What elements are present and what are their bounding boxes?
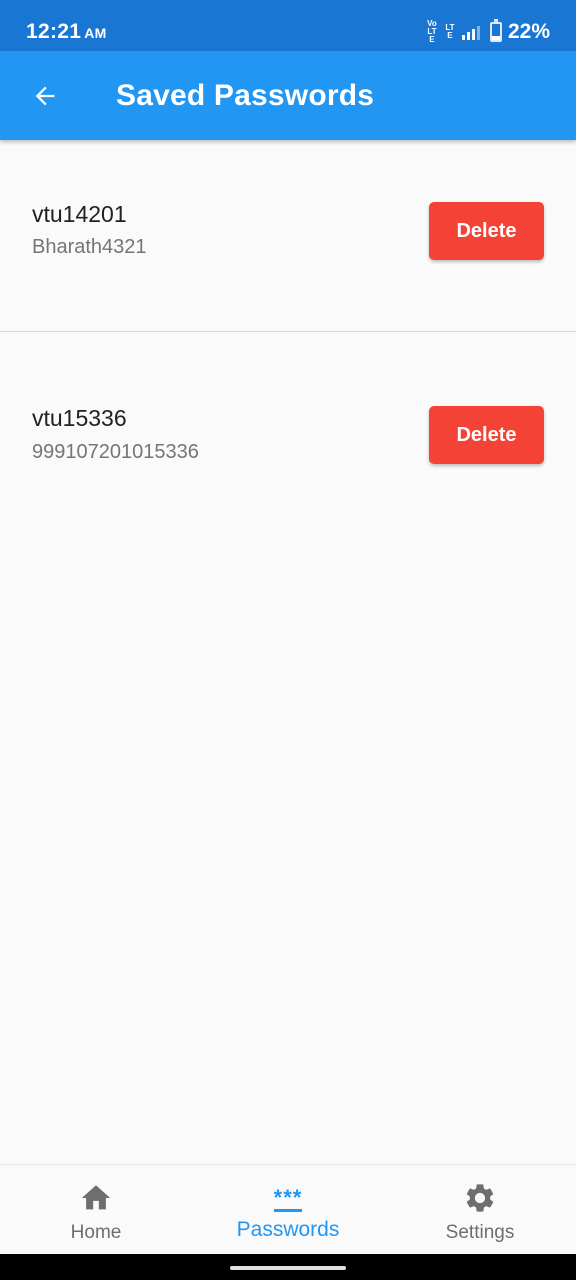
back-button[interactable] (22, 73, 68, 119)
entry-password: 999107201015336 (32, 441, 199, 463)
status-icons: Vo LTE LTE 22% (426, 19, 550, 44)
battery-percent: 22% (507, 20, 550, 43)
system-gesture-bar (0, 1254, 576, 1280)
nav-item-settings[interactable]: Settings (384, 1165, 576, 1255)
nav-icon-wrap (463, 1182, 497, 1214)
status-time-ampm: AM (84, 25, 107, 41)
nav-label-settings: Settings (445, 1222, 515, 1243)
status-time: 12:21 AM (26, 20, 107, 44)
entry-password: Bharath4321 (32, 236, 147, 258)
list-item: vtu15336 999107201015336 Delete (0, 332, 576, 537)
entry-username: vtu14201 (32, 201, 127, 227)
arrow-back-icon (35, 86, 55, 106)
volte-indicator: Vo LTE (427, 19, 437, 44)
nav-label-passwords: Passwords (236, 1218, 340, 1241)
home-gesture-handle[interactable] (230, 1266, 346, 1270)
nav-icon-wrap (79, 1182, 113, 1214)
saved-passwords-list: vtu14201 Bharath4321 Delete vtu15336 999… (0, 140, 576, 537)
status-bar: 12:21 AM Vo LTE LTE 22% (0, 0, 576, 51)
signal-strength-icon (461, 24, 480, 40)
page-title: Saved Passwords (116, 79, 375, 112)
status-time-value: 12:21 (26, 20, 82, 43)
delete-button[interactable]: Delete (429, 202, 544, 260)
gear-icon (466, 1184, 494, 1212)
nav-item-passwords[interactable]: *** Passwords (192, 1165, 384, 1255)
nav-label-home: Home (70, 1222, 122, 1243)
battery-level-fill (491, 36, 500, 40)
nav-icon-wrap: *** (273, 1182, 303, 1214)
home-icon (81, 1185, 111, 1210)
entry-username: vtu15336 (32, 405, 127, 431)
app-bar: Saved Passwords (0, 51, 576, 140)
bottom-navigation: Home *** Passwords Settings (0, 1164, 576, 1254)
lte-indicator: LTE (445, 23, 455, 40)
nav-item-home[interactable]: Home (0, 1165, 192, 1255)
delete-button[interactable]: Delete (429, 406, 544, 464)
asterisks-icon: *** (273, 1184, 303, 1212)
list-item: vtu14201 Bharath4321 Delete (0, 140, 576, 332)
battery-icon (489, 19, 502, 42)
